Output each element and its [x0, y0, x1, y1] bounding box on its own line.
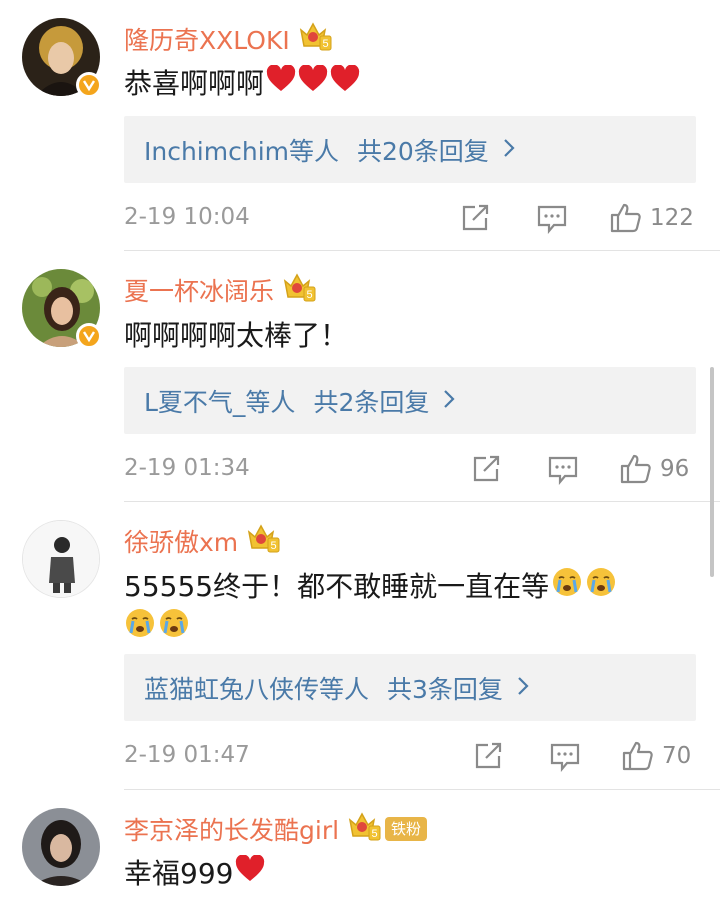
- divider: [124, 789, 720, 790]
- username-row: 徐骄傲xm 5: [124, 522, 280, 560]
- divider: [124, 501, 720, 502]
- fan-badge: 铁粉: [385, 817, 428, 841]
- username-row: 夏一杯冰阔乐 5: [124, 271, 316, 309]
- crying-emoji-icon: [585, 566, 617, 605]
- crown-icon: 5: [282, 271, 316, 309]
- crown-level: 5: [322, 38, 328, 50]
- comment-text-row: [124, 607, 190, 646]
- comment-meta: 2-19 01:34 96: [124, 453, 696, 487]
- crown-icon: 5: [347, 810, 381, 848]
- username[interactable]: 隆历奇XXLOKI: [124, 21, 290, 57]
- crown-level: 5: [271, 540, 277, 552]
- reply-users: Inchimchim等人: [144, 136, 339, 166]
- like-count: 122: [650, 205, 694, 231]
- timestamp: 2-19 01:34: [124, 455, 250, 481]
- reply-preview-button[interactable]: Inchimchim等人 共20条回复: [124, 116, 696, 183]
- username[interactable]: 徐骄傲xm: [124, 523, 238, 559]
- comment-text: 啊啊啊啊太棒了！: [124, 319, 349, 352]
- like-count: 96: [660, 456, 690, 482]
- avatar[interactable]: [22, 520, 100, 598]
- reply-count: 共2条回复: [313, 387, 430, 417]
- avatar[interactable]: [22, 18, 102, 98]
- comment-text-row: 啊啊啊啊太棒了！: [124, 314, 348, 354]
- comment-meta: 2-19 01:47 70: [124, 740, 696, 774]
- reply-count: 共20条回复: [357, 136, 489, 166]
- reply-preview-button[interactable]: L夏不气_等人 共2条回复: [124, 367, 696, 434]
- like-icon: [610, 203, 641, 233]
- comment-text-row: 幸福999: [124, 852, 265, 892]
- crying-emoji-icon: [158, 607, 190, 646]
- avatar[interactable]: [22, 269, 102, 349]
- chevron-right-icon: [517, 676, 529, 700]
- reply-count: 共3条回复: [387, 674, 503, 704]
- crown-icon: 5: [298, 20, 332, 58]
- reply-users: 蓝猫虹兔八侠传等人: [144, 674, 370, 704]
- heart-emoji-icon: [330, 63, 360, 100]
- comment-meta: 2-19 10:04 122: [124, 202, 696, 236]
- chevron-right-icon: [443, 389, 455, 413]
- crown-icon: 5: [246, 522, 280, 560]
- crying-emoji-icon: [124, 607, 156, 646]
- username[interactable]: 夏一杯冰阔乐: [124, 272, 274, 308]
- divider: [124, 250, 720, 251]
- crown-level: 5: [306, 289, 312, 301]
- heart-emoji-icon: [266, 63, 296, 100]
- comment-text: 幸福999: [124, 857, 234, 890]
- comment-text: 55555终于！都不敢睡就一直在等: [124, 570, 550, 603]
- like-count: 70: [662, 743, 692, 769]
- chevron-right-icon: [503, 138, 515, 162]
- comment-text: 恭喜啊啊啊: [124, 67, 265, 100]
- verified-badge-icon: [76, 72, 102, 98]
- username-row: 李京泽的长发酷girl 5 铁粉: [124, 810, 428, 848]
- timestamp: 2-19 01:47: [124, 742, 250, 768]
- comment-icon[interactable]: [550, 742, 580, 776]
- heart-emoji-icon: [235, 853, 265, 890]
- like-button[interactable]: 70: [622, 740, 691, 772]
- comment-text-row: 55555终于！都不敢睡就一直在等: [124, 565, 617, 605]
- verified-badge-icon: [76, 323, 102, 349]
- like-button[interactable]: 96: [620, 453, 689, 485]
- username-row: 隆历奇XXLOKI 5: [124, 20, 332, 58]
- like-button[interactable]: 122: [610, 202, 694, 234]
- comment-icon[interactable]: [548, 455, 578, 489]
- like-icon: [622, 741, 653, 771]
- heart-emoji-icon: [298, 63, 328, 100]
- comment-text-row: 恭喜啊啊啊: [124, 62, 360, 102]
- share-icon[interactable]: [474, 742, 504, 774]
- reply-preview-button[interactable]: 蓝猫虹兔八侠传等人 共3条回复: [124, 654, 696, 721]
- comment-icon[interactable]: [537, 204, 567, 238]
- scrollbar[interactable]: [710, 367, 714, 577]
- avatar[interactable]: [22, 808, 100, 886]
- crown-level: 5: [371, 828, 377, 840]
- reply-users: L夏不气_等人: [144, 387, 296, 417]
- username[interactable]: 李京泽的长发酷girl: [124, 811, 339, 847]
- like-icon: [620, 454, 651, 484]
- share-icon[interactable]: [472, 455, 502, 487]
- timestamp: 2-19 10:04: [124, 204, 250, 230]
- share-icon[interactable]: [461, 204, 491, 236]
- crying-emoji-icon: [551, 566, 583, 605]
